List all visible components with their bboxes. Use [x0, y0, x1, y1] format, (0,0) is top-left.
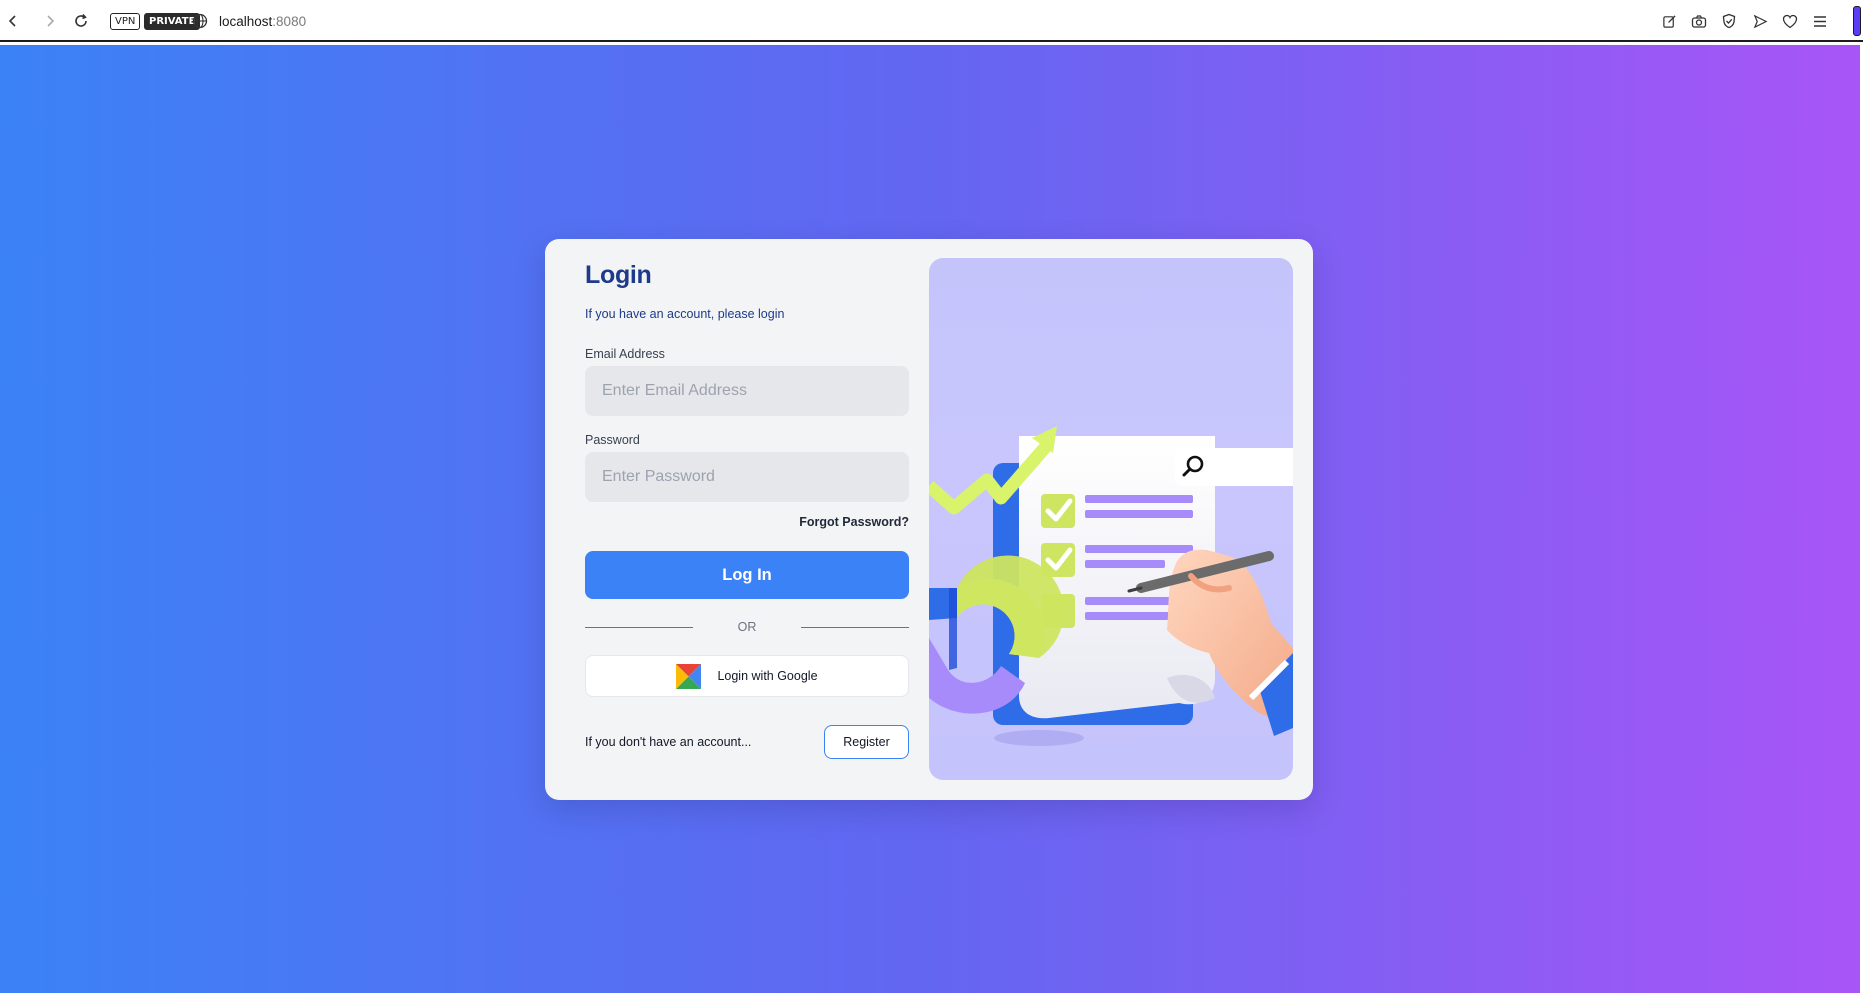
- page-title: Login: [585, 261, 652, 289]
- camera-icon[interactable]: [1690, 12, 1708, 30]
- password-field[interactable]: [585, 452, 909, 502]
- email-field[interactable]: [585, 366, 909, 416]
- url-host: localhost: [219, 14, 273, 29]
- vpn-badge[interactable]: VPN: [110, 13, 141, 30]
- url-port: :8080: [272, 14, 307, 29]
- divider-line-right: [801, 627, 909, 628]
- password-label: Password: [585, 433, 640, 447]
- browser-toolbar: VPN PRIVATE localhost:8080: [0, 0, 1863, 42]
- google-icon: [676, 663, 702, 689]
- menu-icon[interactable]: [1811, 12, 1829, 30]
- login-card: Login If you have an account, please log…: [545, 239, 1313, 800]
- register-button[interactable]: Register: [824, 725, 909, 759]
- register-row: If you don't have an account... Register: [585, 725, 909, 759]
- login-subtitle: If you have an account, please login: [585, 307, 785, 321]
- send-icon[interactable]: [1751, 12, 1769, 30]
- login-illustration: [929, 258, 1293, 780]
- globe-icon[interactable]: [192, 13, 208, 29]
- heart-icon[interactable]: [1781, 12, 1799, 30]
- scrollbar-thumb[interactable]: [1853, 6, 1861, 36]
- reload-icon[interactable]: [71, 11, 91, 31]
- or-divider: OR: [585, 619, 909, 635]
- google-login-button[interactable]: Login with Google: [585, 655, 909, 697]
- forgot-password-link[interactable]: Forgot Password?: [799, 515, 909, 529]
- shield-icon[interactable]: [1720, 12, 1738, 30]
- register-prompt: If you don't have an account...: [585, 735, 752, 749]
- google-login-label: Login with Google: [717, 669, 818, 683]
- illustration-art: [929, 426, 1293, 746]
- address-bar[interactable]: localhost:8080: [219, 14, 306, 29]
- forward-icon[interactable]: [40, 11, 60, 31]
- login-button[interactable]: Log In: [585, 551, 909, 599]
- search-icon: [1175, 448, 1293, 486]
- back-icon[interactable]: [3, 11, 23, 31]
- email-label: Email Address: [585, 347, 665, 361]
- page-background: Login If you have an account, please log…: [0, 45, 1860, 993]
- edit-icon[interactable]: [1660, 12, 1678, 30]
